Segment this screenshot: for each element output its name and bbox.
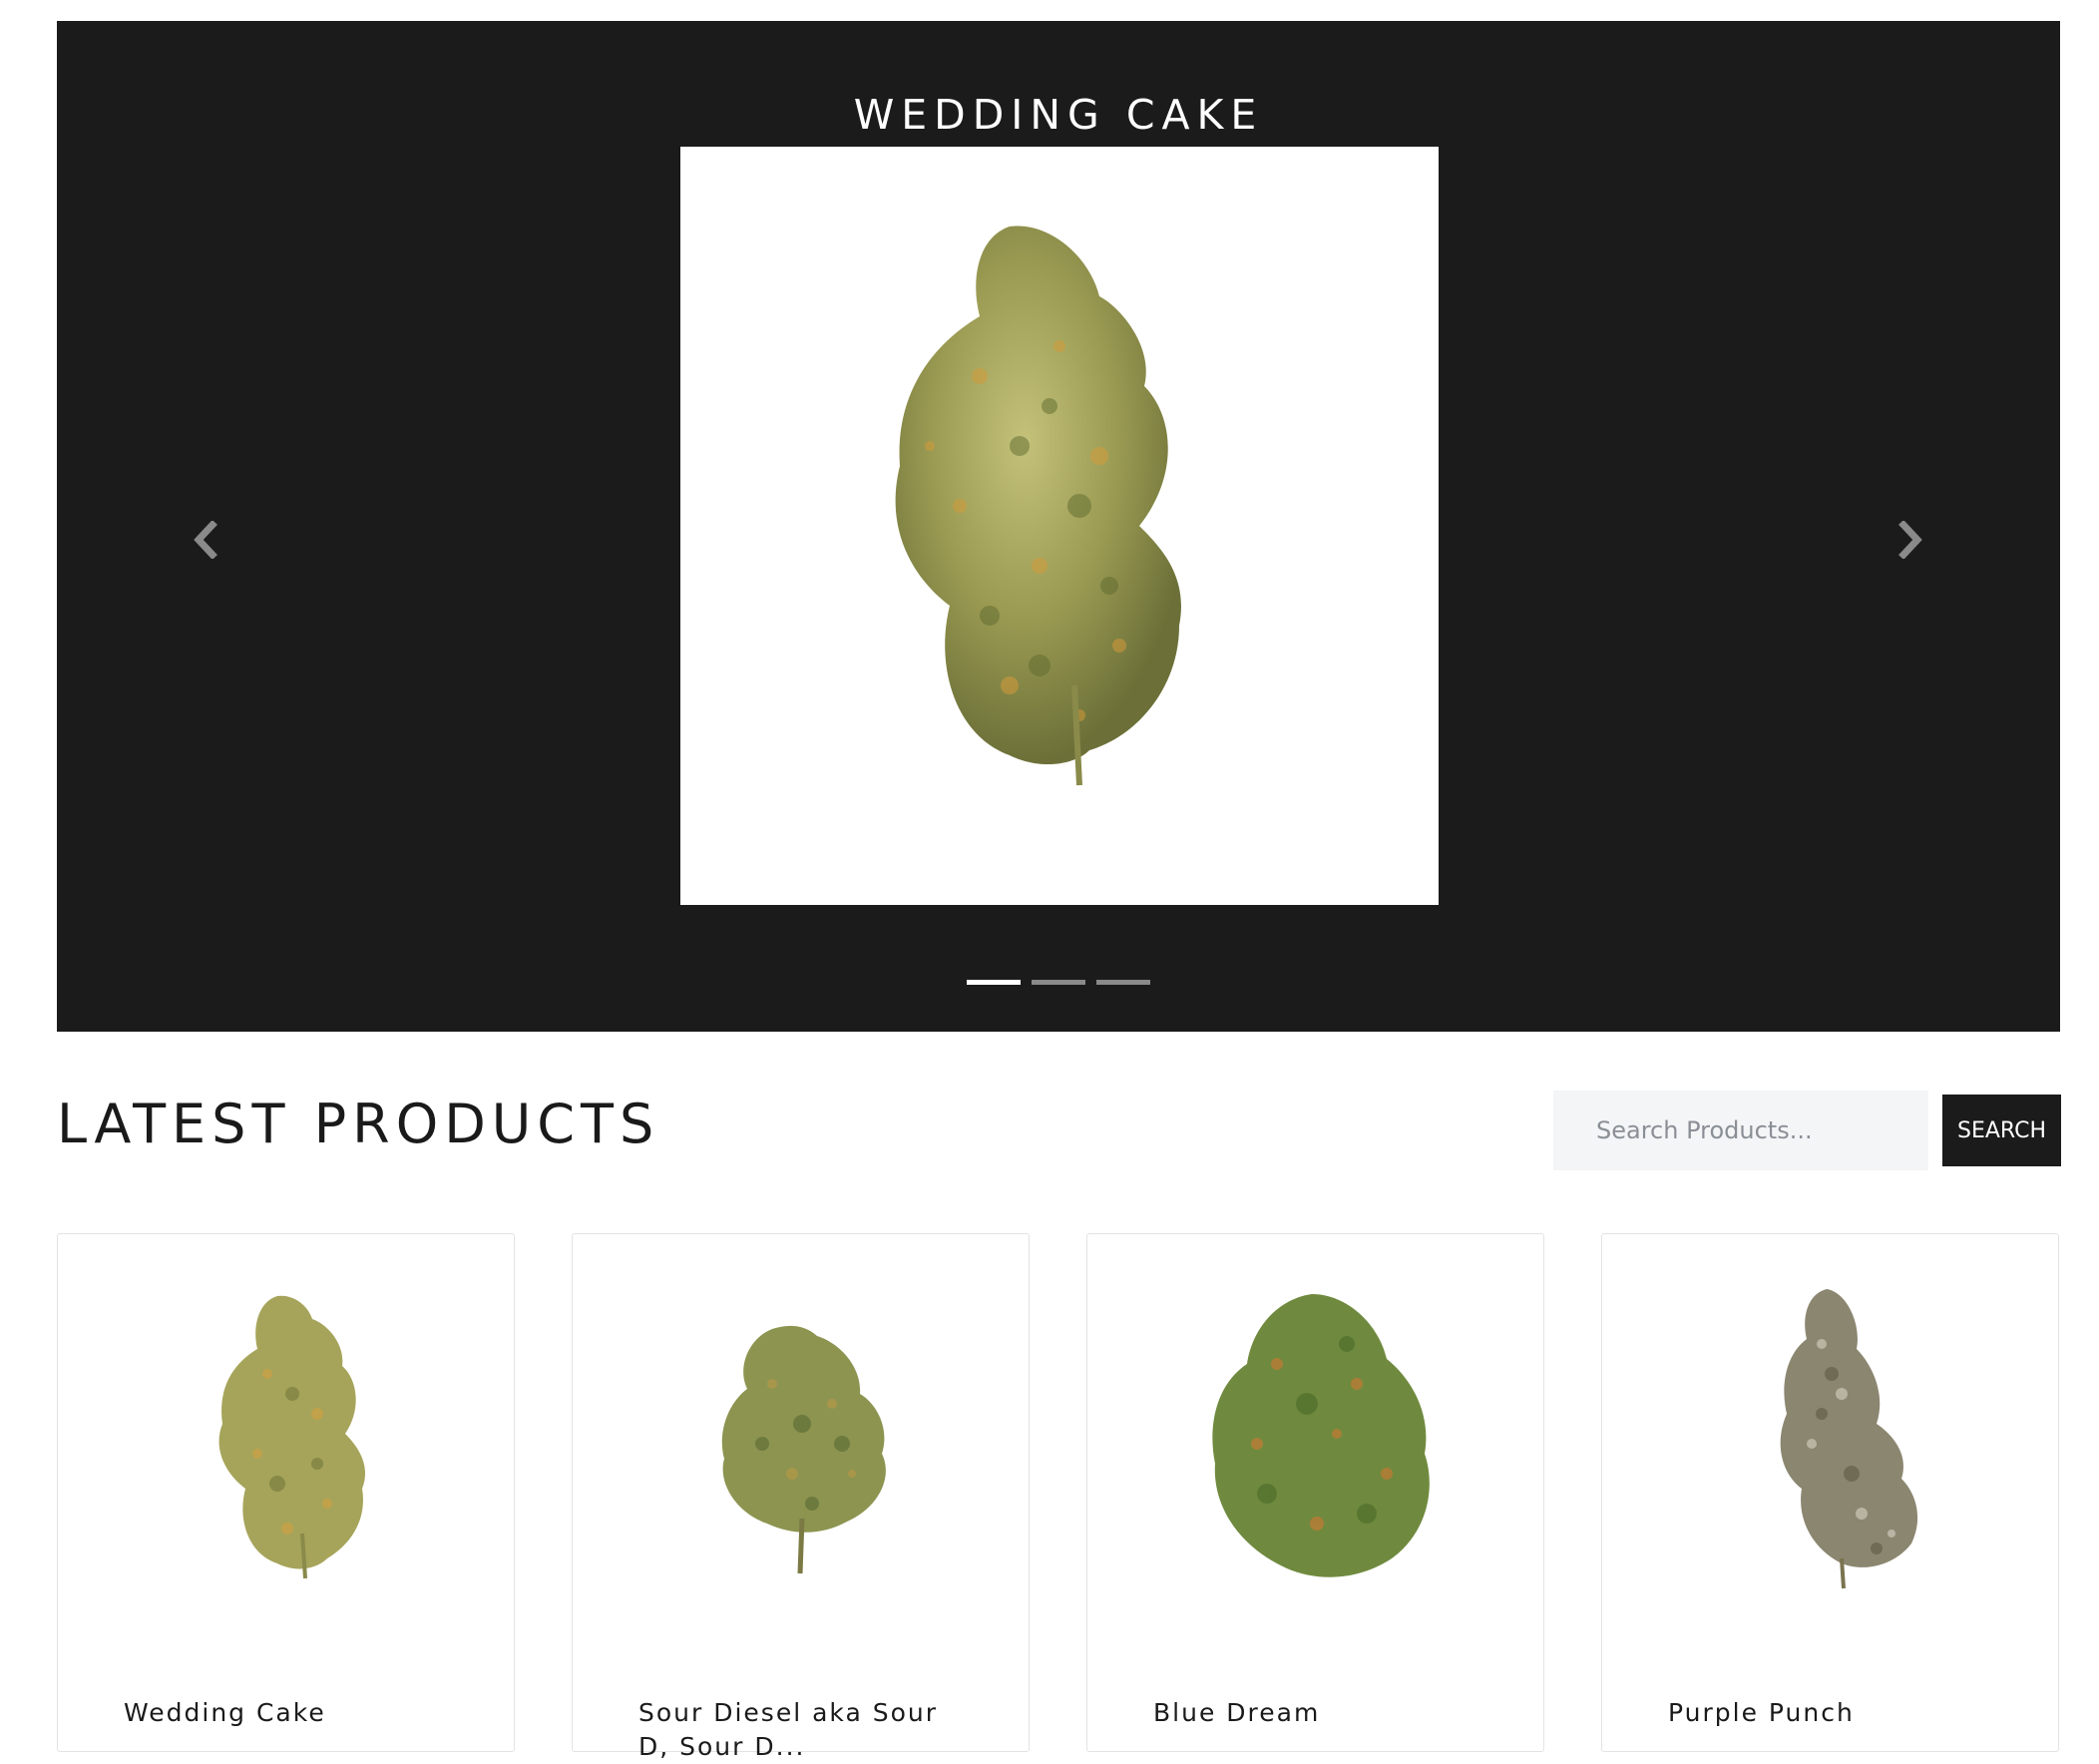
product-card[interactable]: Sour Diesel aka Sour D, Sour D... <box>572 1233 1030 1761</box>
section-title: LATEST PRODUCTS <box>57 1093 660 1155</box>
product-card[interactable]: Blue Dream <box>1086 1233 1544 1752</box>
sour-diesel-bud-image <box>721 1325 886 1574</box>
carousel-indicator-1[interactable] <box>967 980 1021 985</box>
chevron-left-icon <box>194 521 217 559</box>
carousel-prev-button[interactable] <box>186 505 225 575</box>
hero-carousel: WEDDING CAKE <box>57 21 2060 1032</box>
carousel-next-button[interactable] <box>1890 505 1930 575</box>
cannabis-bud-image <box>895 225 1181 786</box>
chevron-right-icon <box>1898 521 1922 559</box>
wedding-cake-bud-image <box>218 1295 366 1579</box>
carousel-indicators <box>967 980 1150 985</box>
product-image[interactable] <box>1662 1274 2001 1613</box>
product-name[interactable]: Blue Dream <box>1153 1696 1492 1730</box>
product-image[interactable] <box>632 1274 972 1613</box>
product-image[interactable] <box>1147 1274 1486 1613</box>
blue-dream-bud-image <box>1212 1294 1430 1577</box>
product-card[interactable]: Wedding Cake <box>57 1233 515 1752</box>
product-card[interactable]: Purple Punch <box>1601 1233 2059 1752</box>
slide-image[interactable] <box>680 147 1439 905</box>
product-name[interactable]: Sour Diesel aka Sour D, Sour D... <box>638 1696 978 1764</box>
product-name[interactable]: Wedding Cake <box>124 1696 463 1730</box>
purple-punch-bud-image <box>1780 1289 1918 1589</box>
search-button[interactable]: SEARCH <box>1942 1095 2061 1166</box>
carousel-indicator-2[interactable] <box>1032 980 1085 985</box>
carousel-indicator-3[interactable] <box>1096 980 1150 985</box>
search-input[interactable] <box>1553 1091 1928 1170</box>
product-name[interactable]: Purple Punch <box>1668 1696 2007 1730</box>
slide-title: WEDDING CAKE <box>853 91 1264 139</box>
product-image[interactable] <box>118 1274 457 1613</box>
